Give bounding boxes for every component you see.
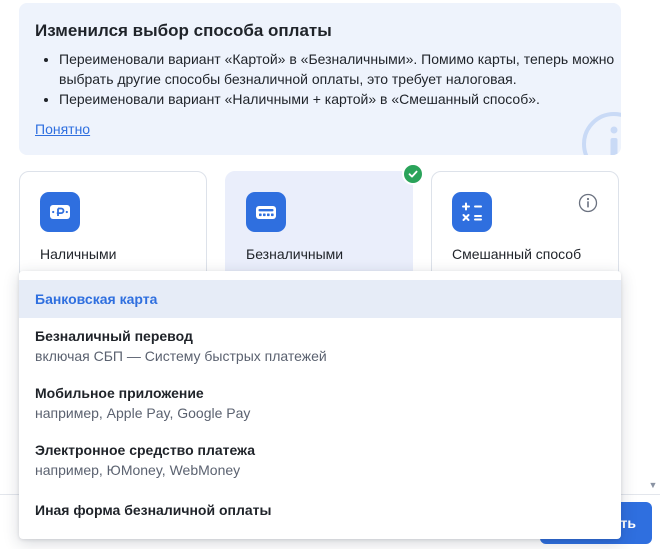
notice-list: Переименовали вариант «Картой» в «Безнал… (35, 49, 621, 109)
option-title: Электронное средство платежа (35, 442, 256, 458)
payment-method-label: Смешанный способ (452, 246, 582, 262)
option-title: Безналичный перевод (35, 328, 193, 344)
option-title: Иная форма безналичной оплаты (35, 502, 272, 518)
dropdown-option-bank-card[interactable]: Банковская карта (19, 280, 621, 318)
notice-title: Изменился выбор способа оплаты (35, 21, 332, 40)
info-icon[interactable] (578, 193, 598, 213)
payment-method-label: Наличными (40, 246, 117, 262)
notice-banner: Изменился выбор способа оплаты Переимено… (19, 3, 621, 155)
dropdown-option-other[interactable]: Иная форма безналичной оплаты (19, 502, 621, 530)
payment-method-label: Безналичными (246, 246, 344, 262)
option-subtitle: например, Apple Pay, Google Pay (35, 405, 251, 421)
scroll-down-arrow-icon[interactable]: ▼ (648, 480, 658, 490)
notice-item: Переименовали вариант «Наличными + карто… (59, 89, 621, 109)
option-title: Мобильное приложение (35, 385, 204, 401)
dropdown-option-e-payment[interactable]: Электронное средство платежа например, Ю… (19, 442, 621, 492)
option-subtitle: включая СБП — Систему быстрых платежей (35, 348, 327, 364)
dropdown-option-mobile-app[interactable]: Мобильное приложение например, Apple Pay… (19, 385, 621, 435)
dropdown-option-transfer[interactable]: Безналичный перевод включая СБП — Систем… (19, 328, 621, 378)
notice-item: Переименовали вариант «Картой» в «Безнал… (59, 49, 621, 89)
got-it-link[interactable]: Понятно (35, 121, 90, 137)
calculator-icon (452, 192, 492, 232)
cash-icon (40, 192, 80, 232)
payment-method-cash[interactable]: Наличными (19, 171, 207, 281)
card-terminal-icon (246, 192, 286, 232)
option-title: Банковская карта (35, 291, 158, 307)
option-subtitle: например, ЮMoney, WebMoney (35, 462, 241, 478)
payment-method-mixed[interactable]: Смешанный способ (431, 171, 619, 281)
info-icon (582, 112, 621, 155)
payment-method-cashless[interactable]: Безналичными (225, 171, 413, 281)
check-icon (402, 163, 424, 185)
cashless-type-dropdown: Банковская карта Безналичный перевод вкл… (19, 271, 621, 539)
